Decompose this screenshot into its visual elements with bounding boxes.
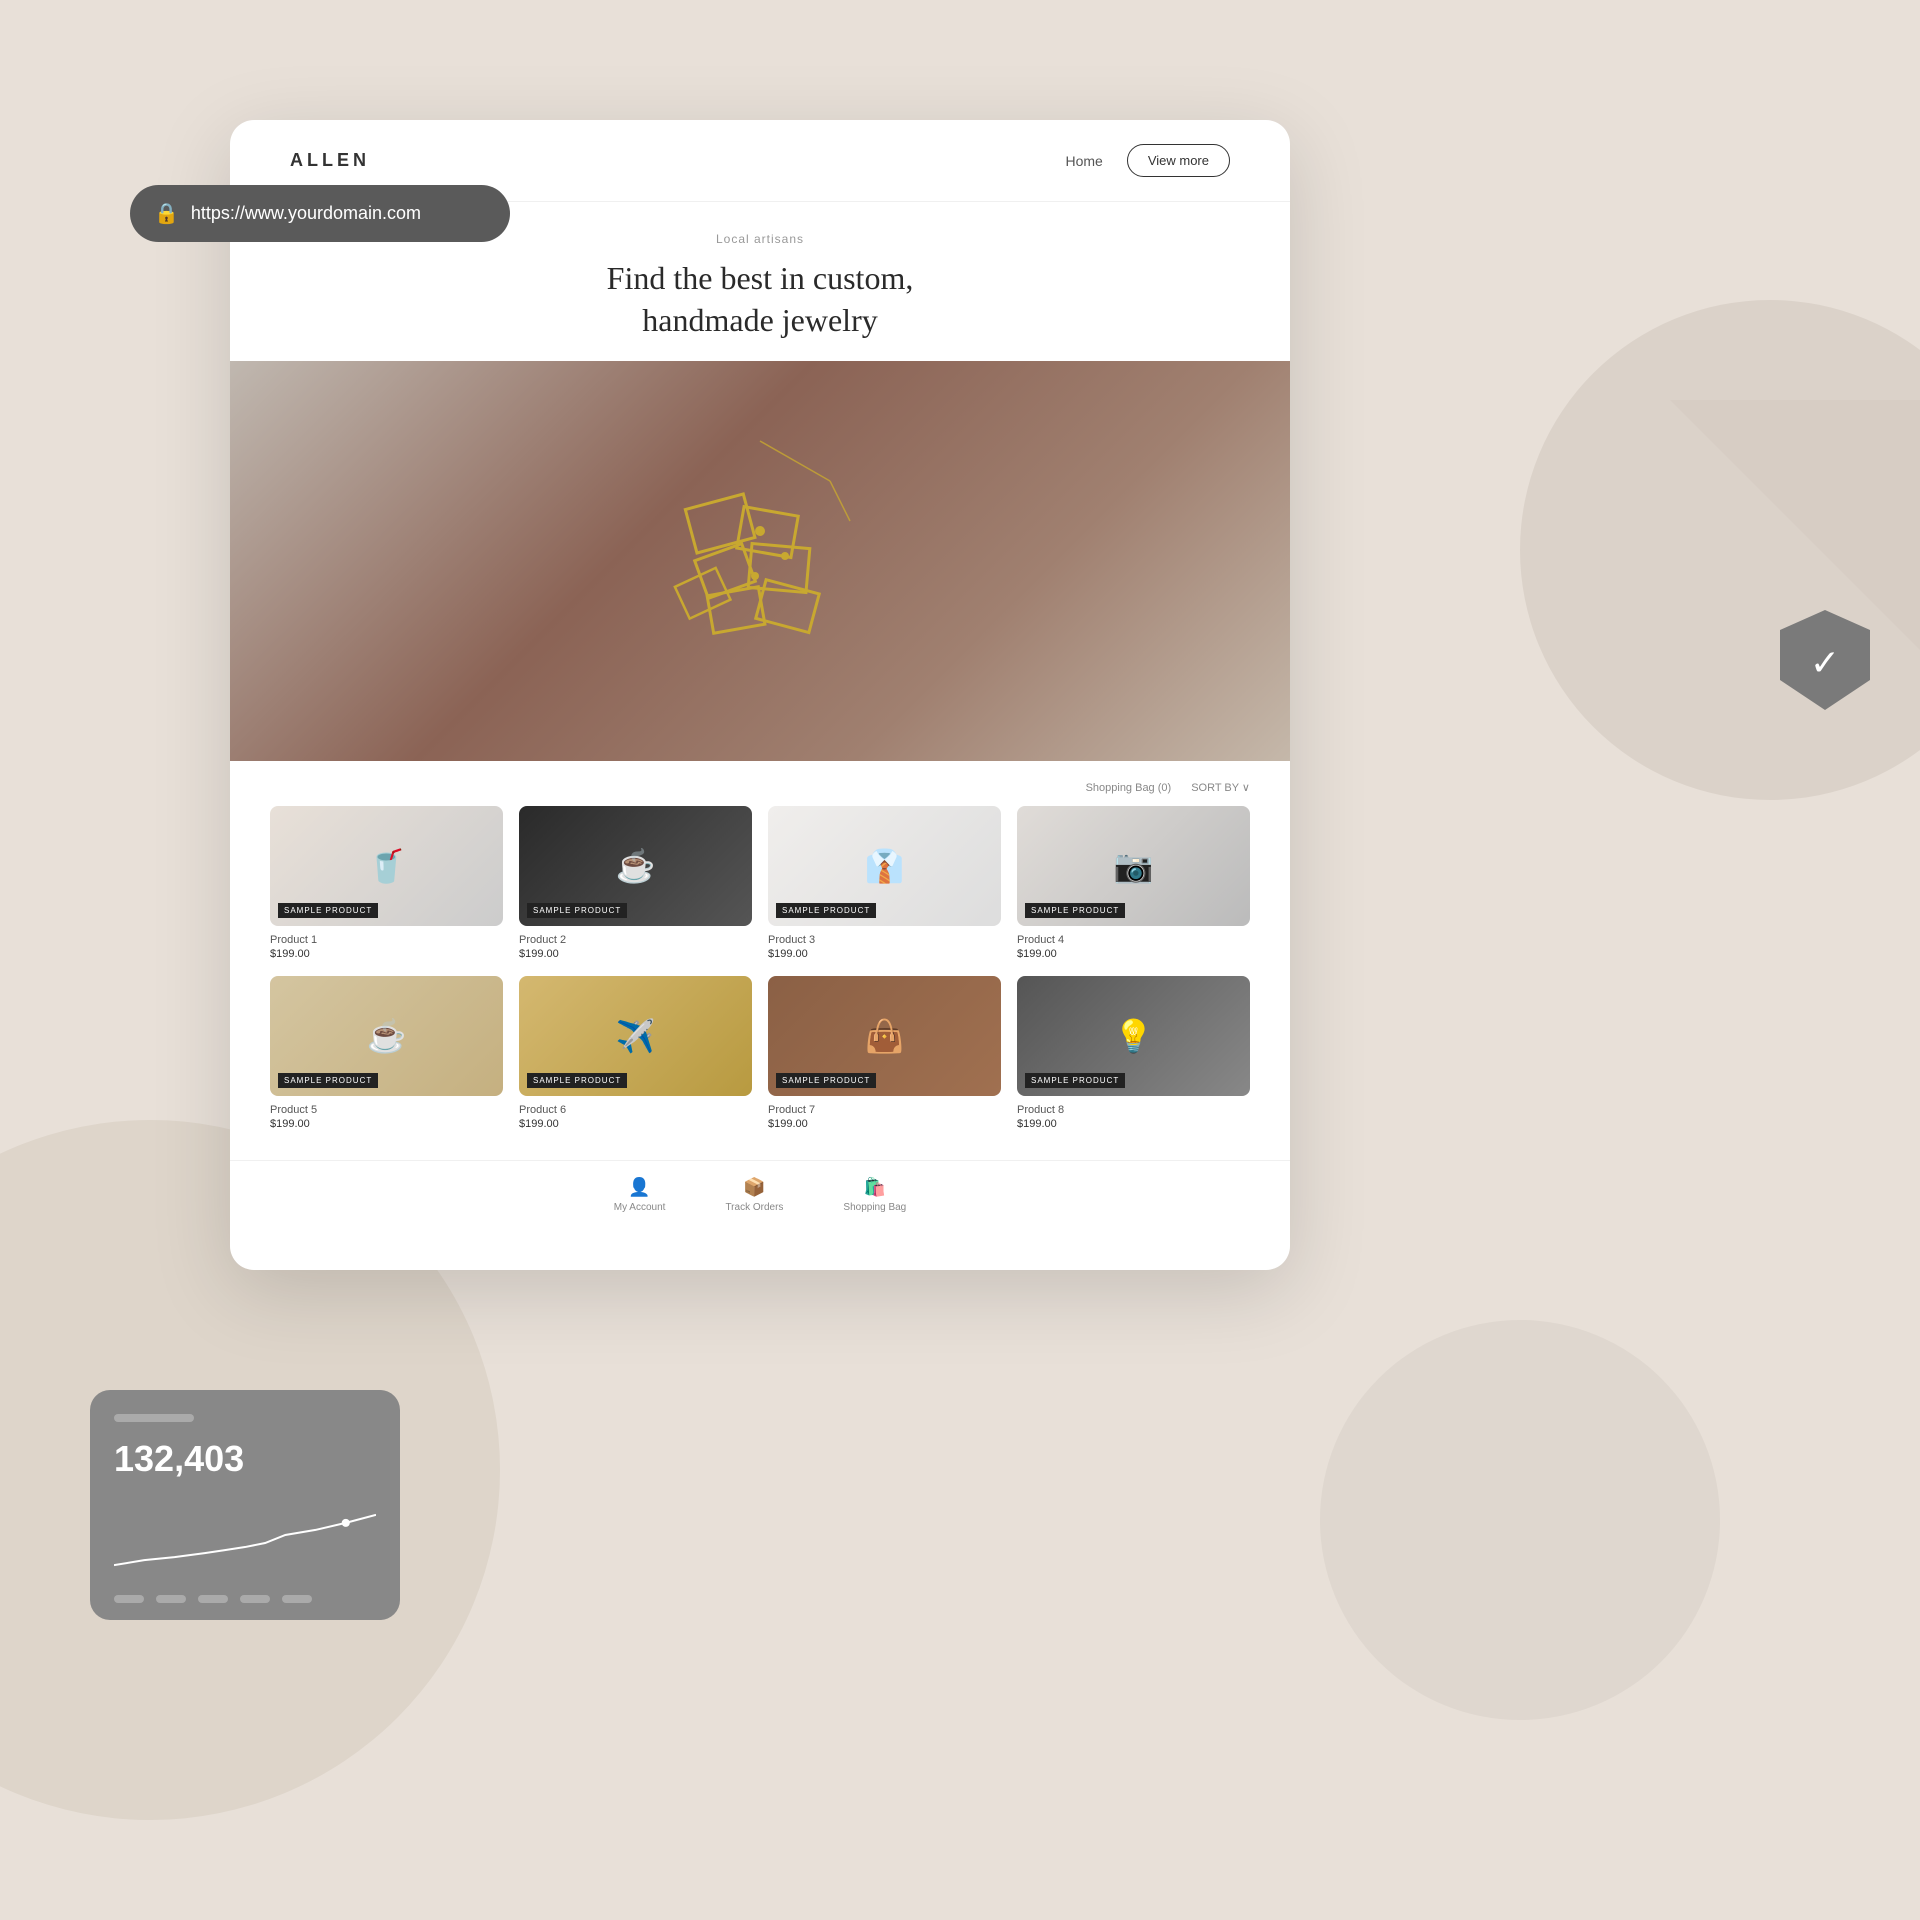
- product-card-5[interactable]: ☕ SAMPLE PRODUCT Product 5 $199.00: [270, 976, 503, 1130]
- jewelry-svg: [610, 421, 910, 701]
- sample-badge-3: SAMPLE PRODUCT: [776, 903, 876, 918]
- sample-badge-1: SAMPLE PRODUCT: [278, 903, 378, 918]
- product-image-2: ☕ SAMPLE PRODUCT: [519, 806, 752, 926]
- sample-badge-6: SAMPLE PRODUCT: [527, 1073, 627, 1088]
- hero-title-line1: Find the best in custom,: [607, 260, 914, 296]
- hero-image: [230, 361, 1290, 761]
- website-logo: ALLEN: [290, 150, 370, 171]
- product-image-3: 👔 SAMPLE PRODUCT: [768, 806, 1001, 926]
- product-name-3: Product 3: [768, 934, 1001, 946]
- product-card-4[interactable]: 📷 SAMPLE PRODUCT Product 4 $199.00: [1017, 806, 1250, 960]
- product-name-2: Product 2: [519, 934, 752, 946]
- browser-frame: ALLEN Home View more Local artisans Find…: [230, 120, 1290, 1270]
- nav-links: Home View more: [1065, 144, 1230, 177]
- bottom-nav-item-2[interactable]: 🛍️ Shopping Bag: [843, 1177, 906, 1213]
- lock-icon: 🔒: [154, 201, 179, 226]
- product-price-8: $199.00: [1017, 1118, 1250, 1130]
- bottom-nav-item-1[interactable]: 📦 Track Orders: [725, 1177, 783, 1213]
- stats-dot-4: [240, 1595, 270, 1603]
- product-icon-8: 💡: [1114, 1017, 1154, 1055]
- stats-dot-2: [156, 1595, 186, 1603]
- bottom-nav-label-1: Track Orders: [725, 1202, 783, 1213]
- bottom-nav-label-2: Shopping Bag: [843, 1202, 906, 1213]
- stats-widget: 132,403: [90, 1390, 400, 1620]
- bg-triangle-2: [1670, 400, 1920, 650]
- url-bar[interactable]: 🔒 https://www.yourdomain.com: [130, 185, 510, 242]
- product-card-8[interactable]: 💡 SAMPLE PRODUCT Product 8 $199.00: [1017, 976, 1250, 1130]
- product-icon-1: 🥤: [367, 847, 407, 885]
- bottom-nav-icon-1: 📦: [743, 1177, 765, 1198]
- sample-badge-4: SAMPLE PRODUCT: [1025, 903, 1125, 918]
- product-icon-2: ☕: [616, 847, 656, 885]
- nav-home-link[interactable]: Home: [1065, 153, 1102, 169]
- stats-number: 132,403: [114, 1438, 376, 1480]
- product-price-1: $199.00: [270, 948, 503, 960]
- bottom-nav-icon-0: 👤: [628, 1177, 650, 1198]
- view-more-button[interactable]: View more: [1127, 144, 1230, 177]
- bottom-nav-item-0[interactable]: 👤 My Account: [614, 1177, 666, 1213]
- bottom-nav: 👤 My Account 📦 Track Orders 🛍️ Shopping …: [230, 1160, 1290, 1229]
- product-card-6[interactable]: ✈️ SAMPLE PRODUCT Product 6 $199.00: [519, 976, 752, 1130]
- product-name-1: Product 1: [270, 934, 503, 946]
- stats-dot-1: [114, 1595, 144, 1603]
- product-name-4: Product 4: [1017, 934, 1250, 946]
- chart-line: [114, 1500, 376, 1580]
- check-icon: ✓: [1810, 642, 1840, 684]
- bottom-nav-label-0: My Account: [614, 1202, 666, 1213]
- product-image-1: 🥤 SAMPLE PRODUCT: [270, 806, 503, 926]
- product-price-4: $199.00: [1017, 948, 1250, 960]
- product-name-7: Product 7: [768, 1104, 1001, 1116]
- product-name-8: Product 8: [1017, 1104, 1250, 1116]
- product-image-8: 💡 SAMPLE PRODUCT: [1017, 976, 1250, 1096]
- hero-title-line2: handmade jewelry: [642, 302, 877, 338]
- sample-badge-8: SAMPLE PRODUCT: [1025, 1073, 1125, 1088]
- stats-bar-decoration: [114, 1414, 194, 1422]
- sort-button[interactable]: SORT BY ∨: [1191, 781, 1250, 794]
- product-price-6: $199.00: [519, 1118, 752, 1130]
- product-card-3[interactable]: 👔 SAMPLE PRODUCT Product 3 $199.00: [768, 806, 1001, 960]
- product-card-2[interactable]: ☕ SAMPLE PRODUCT Product 2 $199.00: [519, 806, 752, 960]
- stats-dot-5: [282, 1595, 312, 1603]
- product-icon-3: 👔: [865, 847, 905, 885]
- stats-dot-3: [198, 1595, 228, 1603]
- product-name-6: Product 6: [519, 1104, 752, 1116]
- product-icon-7: 👜: [865, 1017, 905, 1055]
- product-card-1[interactable]: 🥤 SAMPLE PRODUCT Product 1 $199.00: [270, 806, 503, 960]
- hero-title: Find the best in custom, handmade jewelr…: [290, 258, 1230, 341]
- stats-dots: [114, 1595, 376, 1603]
- product-price-7: $199.00: [768, 1118, 1001, 1130]
- product-price-5: $199.00: [270, 1118, 503, 1130]
- product-image-5: ☕ SAMPLE PRODUCT: [270, 976, 503, 1096]
- product-icon-5: ☕: [367, 1017, 407, 1055]
- bottom-nav-icon-2: 🛍️: [864, 1177, 886, 1198]
- products-grid: 🥤 SAMPLE PRODUCT Product 1 $199.00 ☕ SAM…: [270, 806, 1250, 1130]
- product-icon-6: ✈️: [616, 1017, 656, 1055]
- product-icon-4: 📷: [1114, 847, 1154, 885]
- product-name-5: Product 5: [270, 1104, 503, 1116]
- products-header: Shopping Bag (0) SORT BY ∨: [270, 781, 1250, 794]
- product-price-3: $199.00: [768, 948, 1001, 960]
- bg-circle-3: [1320, 1320, 1720, 1720]
- shopping-bag-label: Shopping Bag (0): [1086, 782, 1172, 794]
- sample-badge-7: SAMPLE PRODUCT: [776, 1073, 876, 1088]
- product-image-6: ✈️ SAMPLE PRODUCT: [519, 976, 752, 1096]
- product-image-7: 👜 SAMPLE PRODUCT: [768, 976, 1001, 1096]
- url-text: https://www.yourdomain.com: [191, 203, 421, 224]
- product-price-2: $199.00: [519, 948, 752, 960]
- product-image-4: 📷 SAMPLE PRODUCT: [1017, 806, 1250, 926]
- sample-badge-2: SAMPLE PRODUCT: [527, 903, 627, 918]
- sample-badge-5: SAMPLE PRODUCT: [278, 1073, 378, 1088]
- product-card-7[interactable]: 👜 SAMPLE PRODUCT Product 7 $199.00: [768, 976, 1001, 1130]
- products-section: Shopping Bag (0) SORT BY ∨ 🥤 SAMPLE PROD…: [230, 761, 1290, 1150]
